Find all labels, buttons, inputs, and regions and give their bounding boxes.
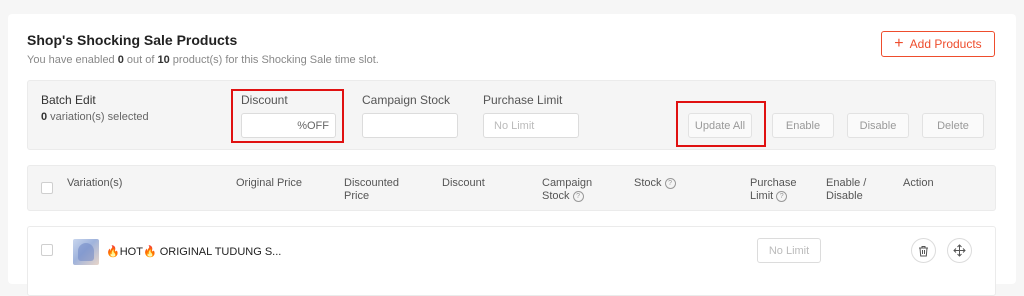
row-purchase-limit-input[interactable]: No Limit	[757, 238, 821, 263]
add-products-button[interactable]: + Add Products	[881, 31, 995, 57]
campaign-stock-input[interactable]	[362, 113, 458, 138]
help-icon[interactable]: ?	[572, 190, 584, 202]
col-discounted-price: Discounted Price	[344, 177, 400, 202]
add-products-label: Add Products	[909, 37, 982, 51]
col-campaign-stock: Campaign Stock?	[542, 177, 593, 202]
col-action: Action	[903, 177, 934, 189]
col-discount: Discount	[442, 177, 485, 189]
delete-button[interactable]: Delete	[922, 113, 984, 138]
table-header: Variation(s) Original Price Discounted Pr…	[27, 165, 996, 211]
help-icon[interactable]: ?	[776, 190, 788, 202]
purchase-limit-label: Purchase Limit	[483, 93, 563, 107]
col-variations: Variation(s)	[67, 177, 123, 189]
fire-icon: 🔥	[106, 246, 120, 258]
trash-icon[interactable]	[911, 238, 936, 263]
batch-edit-panel: Batch Edit 0 variation(s) selected Disco…	[27, 80, 996, 150]
col-original-price: Original Price	[236, 177, 303, 189]
disable-button[interactable]: Disable	[847, 113, 909, 138]
col-stock: Stock?	[634, 177, 676, 190]
col-purchase-limit: Purchase Limit?	[750, 177, 797, 202]
enable-button[interactable]: Enable	[772, 113, 834, 138]
row-checkbox[interactable]	[41, 244, 53, 256]
select-all-checkbox[interactable]	[41, 182, 53, 194]
col-enable-disable: Enable / Disable	[826, 177, 867, 202]
page-title: Shop's Shocking Sale Products	[27, 32, 238, 48]
selected-variations: 0 variation(s) selected	[41, 111, 149, 123]
shocking-sale-products-card: Shop's Shocking Sale Products You have e…	[8, 14, 1016, 296]
update-all-highlight-box	[676, 101, 766, 147]
fire-icon: 🔥	[142, 246, 157, 258]
help-icon[interactable]: ?	[664, 177, 676, 189]
enabled-summary: You have enabled 0 out of 10 product(s) …	[27, 54, 379, 66]
table-row: 🔥HOT🔥 ORIGINAL TUDUNG S... No Limit	[27, 226, 996, 296]
product-name[interactable]: 🔥HOT🔥 ORIGINAL TUDUNG S...	[106, 245, 281, 258]
campaign-stock-label: Campaign Stock	[362, 93, 451, 107]
move-icon[interactable]	[947, 238, 972, 263]
total-count: 10	[157, 54, 170, 66]
purchase-limit-input[interactable]: No Limit	[483, 113, 579, 138]
plus-icon: +	[894, 35, 904, 52]
batch-edit-title: Batch Edit	[41, 93, 96, 107]
discount-highlight-box	[231, 89, 344, 143]
product-thumbnail	[73, 239, 99, 265]
